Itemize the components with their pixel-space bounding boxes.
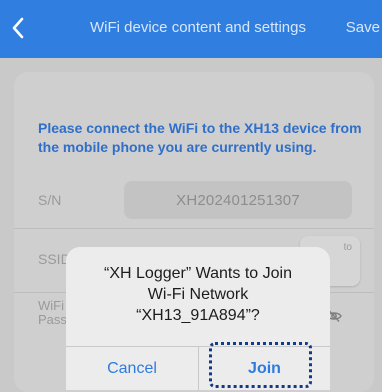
sn-label: S/N	[38, 192, 62, 208]
row-divider	[14, 228, 374, 229]
sn-field: XH202401251307	[124, 181, 352, 219]
save-button[interactable]: Save	[346, 18, 380, 38]
join-highlight-box	[209, 342, 312, 388]
dialog-title: “XH Logger” Wants to Join Wi-Fi Network …	[66, 263, 330, 326]
password-label: WiFi Pass	[38, 299, 67, 327]
password-label-line1: WiFi	[38, 298, 64, 313]
chevron-left-icon	[12, 17, 24, 39]
page-title: WiFi device content and settings	[90, 19, 306, 36]
app-header: WiFi device content and settings Save	[0, 0, 382, 58]
dialog-title-line2: Wi-Fi Network	[147, 286, 249, 303]
connect-instructions: Please connect the WiFi to the XH13 devi…	[38, 120, 362, 155]
cancel-button[interactable]: Cancel	[66, 347, 198, 390]
dialog-title-line1: “XH Logger” Wants to Join	[104, 265, 292, 282]
password-label-line2: Pass	[38, 312, 67, 327]
connect-button-label: to	[343, 242, 352, 253]
back-button[interactable]	[6, 14, 30, 42]
dialog-title-line3: “XH13_91A894”?	[136, 307, 260, 324]
